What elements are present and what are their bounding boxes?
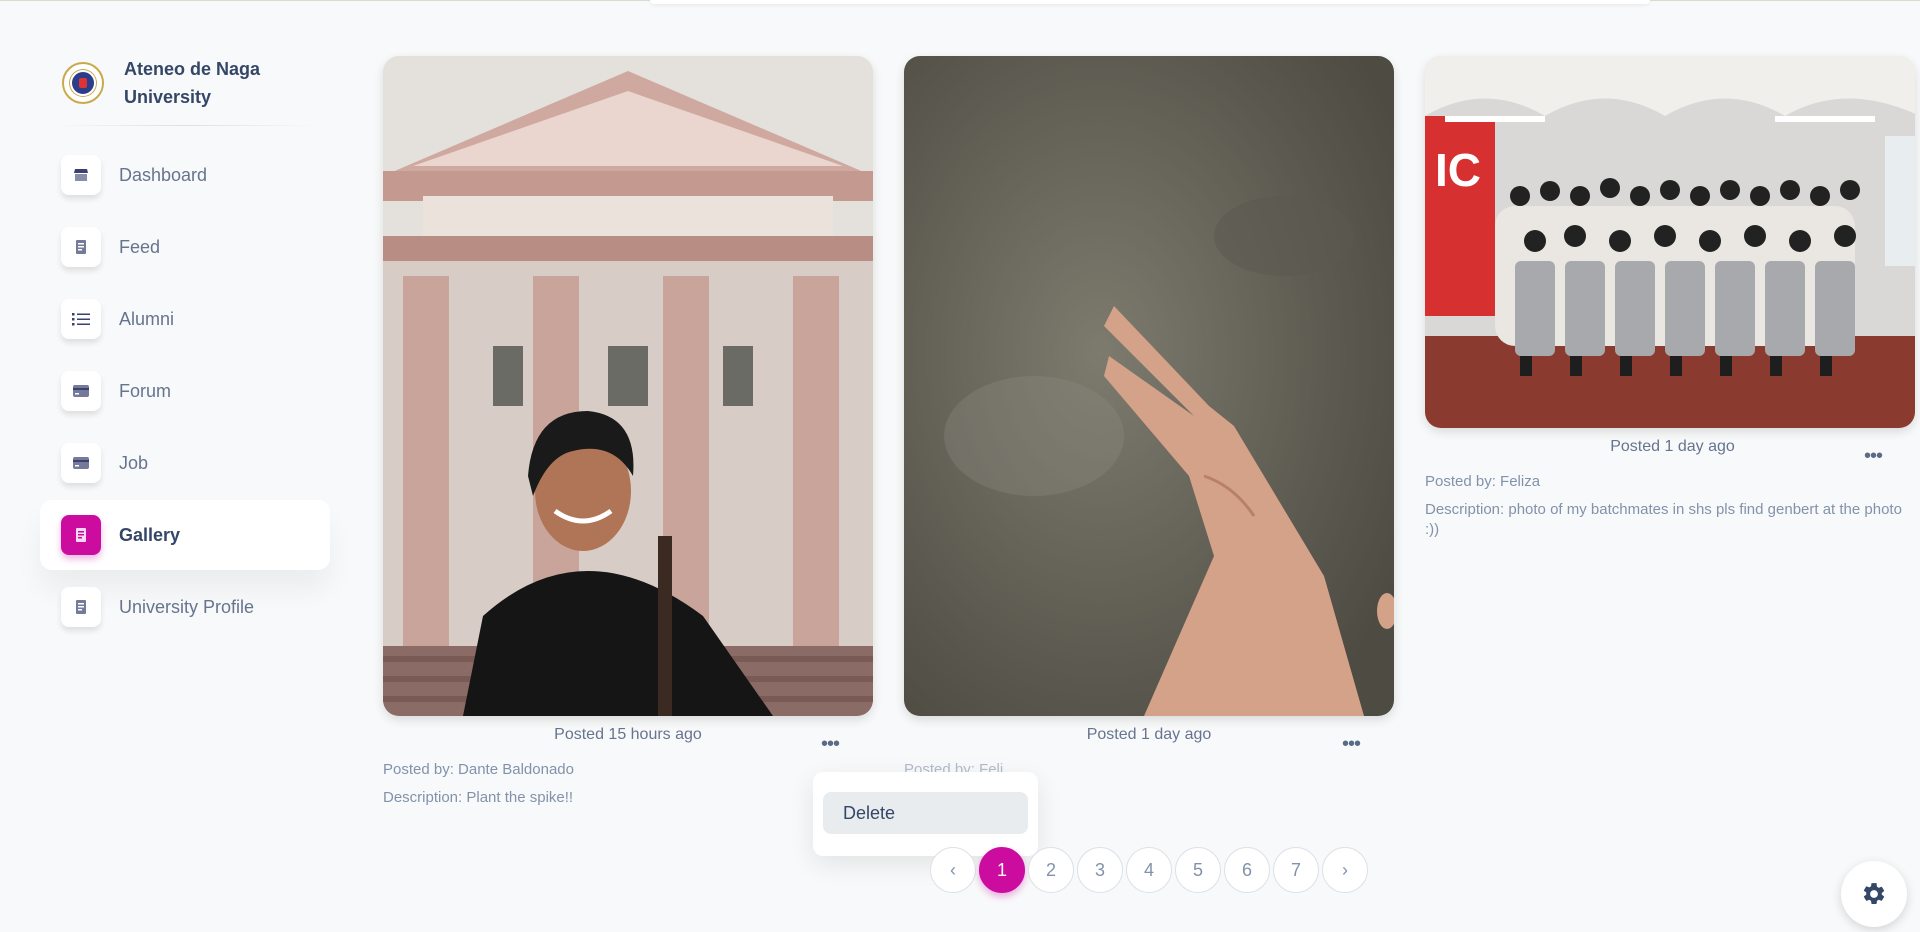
posted-by: Posted by: Feliza	[1425, 473, 1541, 490]
card-icon	[61, 371, 101, 411]
document-icon	[61, 227, 101, 267]
post-options-menu: Delete	[813, 772, 1038, 856]
gallery-photo[interactable]	[383, 56, 873, 716]
delete-menu-item[interactable]: Delete	[823, 792, 1028, 834]
gallery-photo[interactable]: IC	[1425, 56, 1915, 428]
sidebar-item-label: Job	[119, 452, 149, 473]
gallery-photo[interactable]	[904, 56, 1394, 716]
class-group-photo-image: IC	[1425, 56, 1915, 428]
post-meta-row: Posted 15 hours ago •••	[383, 716, 873, 755]
gallery-card: IC Posted 1 day ago ••• Posted by: Feliz…	[1425, 56, 1920, 540]
sidebar-item-alumni[interactable]: Alumni	[40, 284, 330, 354]
brand-divider	[50, 125, 320, 126]
sidebar-item-forum[interactable]: Forum	[40, 356, 330, 426]
pagination: ‹ 1 2 3 4 5 6 7 ›	[930, 847, 1368, 893]
gallery-card: Posted 15 hours ago ••• Posted by: Dante…	[383, 56, 873, 808]
posted-by: Posted by: Dante Baldonado	[383, 761, 574, 778]
document-icon	[61, 587, 101, 627]
hand-peace-sign-image	[904, 56, 1394, 716]
sidebar-item-label: Forum	[119, 380, 172, 401]
list-icon	[61, 299, 101, 339]
pagination-page-2[interactable]: 2	[1028, 847, 1074, 893]
gear-icon	[1863, 883, 1885, 904]
posted-time: Posted 15 hours ago	[554, 726, 702, 743]
pagination-page-4[interactable]: 4	[1126, 847, 1172, 893]
brand[interactable]: Ateneo de Naga University	[40, 40, 330, 125]
document-icon	[61, 515, 101, 555]
sidebar-item-dashboard[interactable]: Dashboard	[40, 140, 330, 210]
sidebar-item-job[interactable]: Job	[40, 428, 330, 498]
pagination-page-7[interactable]: 7	[1273, 847, 1319, 893]
more-options-icon[interactable]: •••	[1342, 733, 1361, 756]
post-meta-row: Posted 1 day ago •••	[1425, 428, 1920, 467]
pagination-page-6[interactable]: 6	[1224, 847, 1270, 893]
more-options-icon[interactable]: •••	[1864, 445, 1883, 468]
pagination-next[interactable]: ›	[1322, 847, 1368, 893]
sidebar-item-university-profile[interactable]: University Profile	[40, 572, 330, 642]
posted-time: Posted 1 day ago	[1610, 438, 1735, 455]
card-icon	[61, 443, 101, 483]
sidebar-item-label: Alumni	[119, 308, 175, 329]
pagination-prev[interactable]: ‹	[930, 847, 976, 893]
more-options-icon[interactable]: •••	[821, 733, 840, 756]
posted-time: Posted 1 day ago	[1086, 726, 1212, 743]
post-description: Description: Plant the spike!!	[383, 789, 574, 806]
pagination-page-3[interactable]: 3	[1077, 847, 1123, 893]
post-description: Description: photo of my batchmates in s…	[1425, 501, 1902, 538]
sidebar-item-gallery[interactable]: Gallery	[40, 500, 330, 570]
svg-text:IC: IC	[1435, 144, 1481, 196]
sidebar-item-label: University Profile	[119, 596, 255, 617]
pagination-page-1[interactable]: 1	[979, 847, 1025, 893]
post-meta-row: Posted 1 day ago •••	[904, 716, 1394, 755]
student-building-image	[383, 56, 873, 716]
sidebar-item-feed[interactable]: Feed	[40, 212, 330, 282]
sidebar-item-label: Feed	[119, 236, 161, 257]
shop-icon	[61, 155, 101, 195]
settings-button[interactable]	[1841, 861, 1907, 927]
sidebar-item-label: Gallery	[119, 524, 181, 545]
gallery-card: Posted 1 day ago ••• Posted by: Feli	[904, 56, 1394, 780]
sidebar-item-label: Dashboard	[119, 164, 208, 185]
top-navbar-edge	[650, 0, 1650, 4]
university-seal-icon	[62, 61, 104, 104]
brand-name: Ateneo de Naga University	[124, 58, 261, 107]
sidebar: Ateneo de Naga University Dashboard Feed…	[40, 40, 330, 660]
pagination-page-5[interactable]: 5	[1175, 847, 1221, 893]
